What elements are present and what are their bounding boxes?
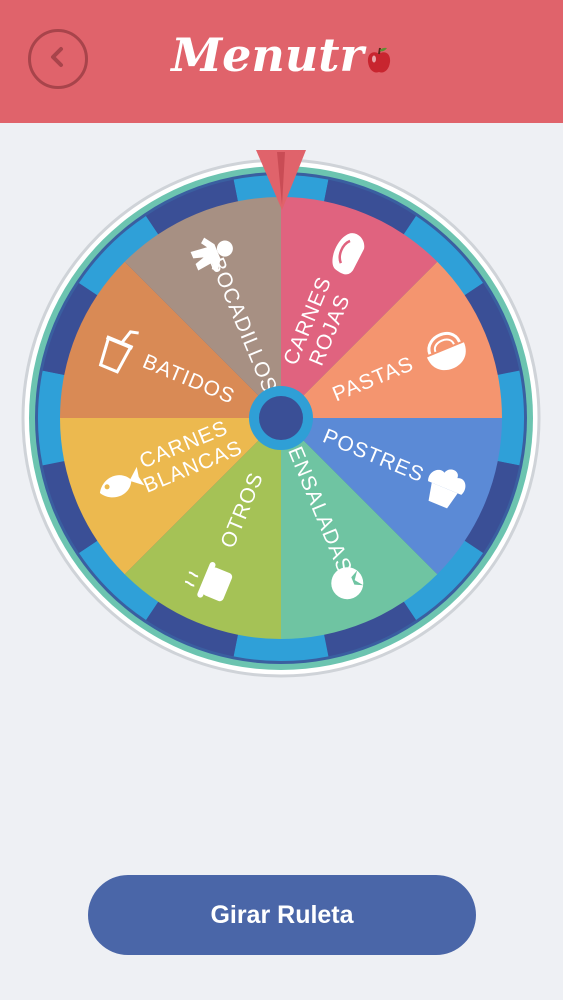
apple-icon [367, 47, 390, 73]
wheel-hub-inner [259, 396, 303, 440]
roulette-wheel[interactable]: CARNESROJAS PASTAS POSTRES ENSALADAS OTROS CA… [0, 140, 563, 700]
app-header: Menutr [0, 0, 563, 123]
app-logo-text: Menutr [171, 28, 364, 82]
app-logo: Menutr [0, 28, 563, 82]
spin-roulette-button[interactable]: Girar Ruleta [88, 875, 476, 955]
